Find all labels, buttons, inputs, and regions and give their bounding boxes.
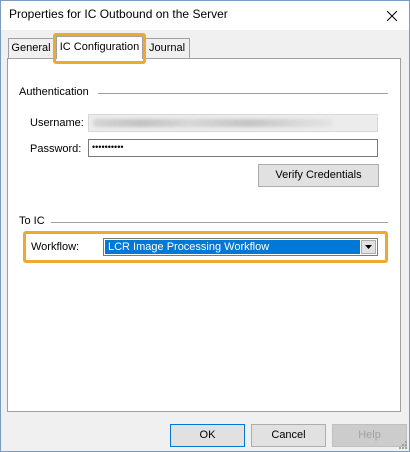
to-ic-group-label: To IC	[19, 215, 49, 227]
close-icon	[387, 10, 397, 21]
close-button[interactable]	[375, 1, 409, 30]
username-redacted	[93, 119, 333, 127]
authentication-divider	[98, 93, 388, 95]
to-ic-divider	[51, 222, 388, 224]
workflow-label: Workflow:	[31, 241, 80, 253]
workflow-select[interactable]: LCR Image Processing Workflow	[103, 238, 378, 256]
window-title: Properties for IC Outbound on the Server	[9, 7, 228, 21]
dialog-footer: OK Cancel Help	[1, 416, 409, 451]
tab-panel: Authentication Username: Password: •••••…	[7, 58, 401, 412]
password-label: Password:	[30, 143, 82, 155]
tab-journal[interactable]: Journal	[144, 38, 190, 58]
cancel-button[interactable]: Cancel	[251, 424, 326, 447]
workflow-selected-value: LCR Image Processing Workflow	[105, 240, 360, 254]
chevron-down-icon	[365, 245, 372, 249]
ok-button[interactable]: OK	[170, 424, 245, 447]
workflow-dropdown-button[interactable]	[361, 240, 376, 254]
help-button[interactable]: Help	[332, 424, 407, 447]
title-bar: Properties for IC Outbound on the Server	[1, 1, 409, 30]
tab-ic-configuration[interactable]: IC Configuration	[56, 36, 143, 59]
properties-dialog: Properties for IC Outbound on the Server…	[0, 0, 410, 452]
authentication-group-label: Authentication	[19, 86, 93, 98]
resize-grip-icon[interactable]	[397, 439, 407, 449]
tab-general[interactable]: General	[8, 38, 54, 58]
verify-credentials-button[interactable]: Verify Credentials	[258, 164, 379, 187]
password-field[interactable]: ••••••••••	[88, 139, 378, 157]
username-label: Username:	[30, 117, 84, 129]
username-field[interactable]	[88, 114, 378, 132]
